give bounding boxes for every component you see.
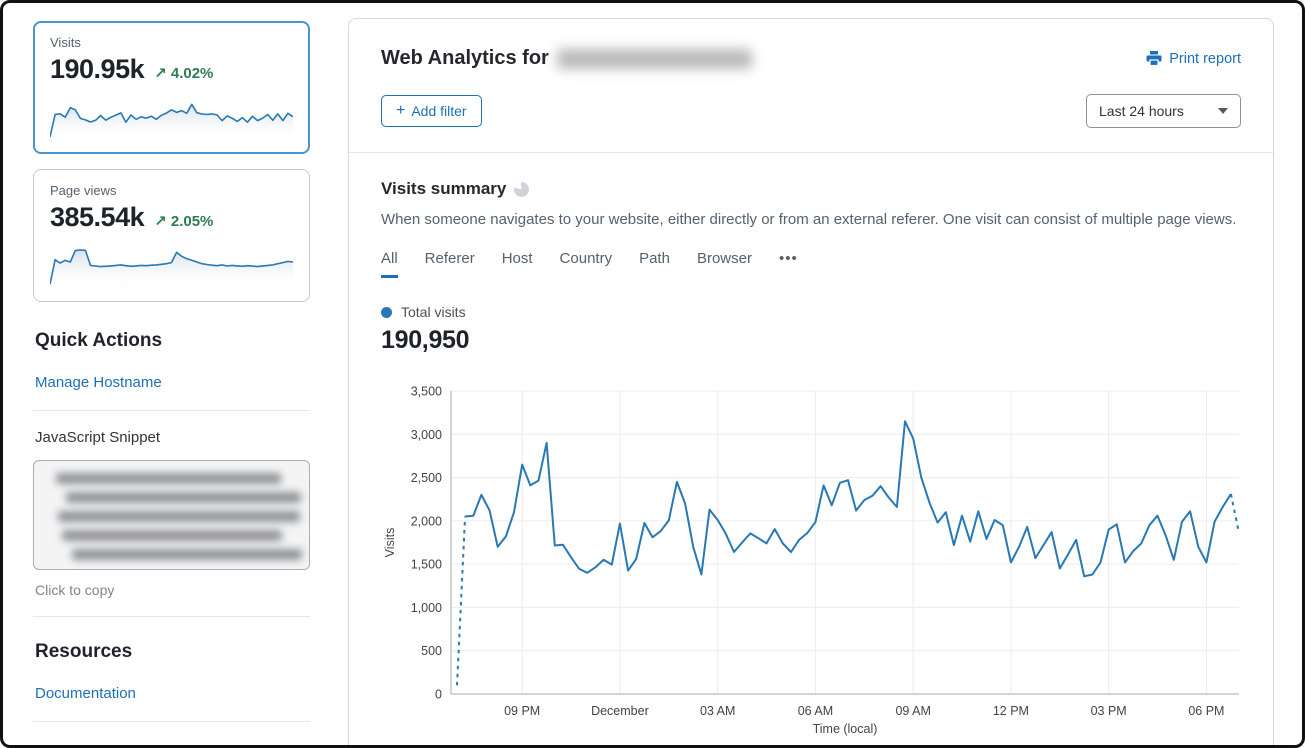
trend-up-icon: ↗ [154, 65, 167, 82]
tab-browser[interactable]: Browser [697, 250, 752, 278]
divider [33, 410, 310, 411]
time-range-select[interactable]: Last 24 hours [1086, 94, 1241, 128]
time-range-value: Last 24 hours [1099, 103, 1184, 119]
page-title-text: Web Analytics for [381, 47, 549, 70]
pie-chart-icon [514, 182, 529, 197]
metric-label: Visits [50, 35, 293, 50]
metric-label: Page views [50, 183, 293, 198]
tab-path[interactable]: Path [639, 250, 670, 278]
svg-text:500: 500 [421, 644, 442, 658]
main-panel: Web Analytics for Print report + Add fil… [348, 18, 1274, 745]
metric-delta-value: 4.02% [171, 65, 214, 82]
printer-icon [1146, 51, 1162, 66]
tab-country[interactable]: Country [560, 250, 613, 278]
redacted-code-line [72, 549, 302, 560]
svg-text:06 AM: 06 AM [798, 704, 833, 718]
javascript-snippet-label: JavaScript Snippet [35, 429, 328, 446]
visits-sparkline [50, 91, 293, 143]
quick-actions-heading: Quick Actions [35, 330, 328, 352]
tab-all[interactable]: All [381, 250, 398, 278]
visits-summary-title: Visits summary [381, 179, 506, 199]
svg-text:09 PM: 09 PM [504, 704, 540, 718]
visits-summary-section: Visits summary When someone navigates to… [349, 153, 1273, 745]
panel-header: Web Analytics for Print report + Add fil… [349, 19, 1273, 153]
metric-delta-value: 2.05% [171, 213, 214, 230]
resources-heading: Resources [35, 641, 328, 663]
chart-container: 0 500 1,000 1,500 2,000 2,500 3,000 3,500 09 PM D… [381, 377, 1241, 743]
sidebar: Visits 190.95k ↗ 4.02% Page views 385.54… [3, 3, 328, 745]
svg-text:2,000: 2,000 [411, 514, 442, 528]
svg-text:3,500: 3,500 [411, 385, 442, 399]
metric-delta: ↗ 4.02% [154, 64, 213, 82]
metric-card-visits[interactable]: Visits 190.95k ↗ 4.02% [33, 21, 310, 154]
svg-text:2,500: 2,500 [411, 471, 442, 485]
redacted-code-line [62, 530, 282, 541]
chevron-down-icon [1218, 108, 1228, 114]
manage-hostname-link[interactable]: Manage Hostname [35, 374, 162, 391]
divider [33, 616, 310, 617]
svg-text:03 AM: 03 AM [700, 704, 735, 718]
print-report-link[interactable]: Print report [1146, 51, 1241, 67]
dimension-tabs: All Referer Host Country Path Browser ••• [381, 250, 1241, 278]
svg-text:1,000: 1,000 [411, 601, 442, 615]
svg-text:12 PM: 12 PM [993, 704, 1029, 718]
redacted-code-line [56, 473, 281, 484]
add-filter-button[interactable]: + Add filter [381, 95, 482, 127]
trend-up-icon: ↗ [154, 213, 167, 230]
svg-text:0: 0 [435, 688, 442, 702]
svg-text:December: December [591, 704, 649, 718]
svg-text:3,000: 3,000 [411, 428, 442, 442]
redacted-domain [557, 49, 752, 69]
page-title: Web Analytics for [381, 47, 752, 70]
total-visits-value: 190,950 [381, 326, 1241, 355]
legend-label: Total visits [401, 304, 466, 320]
visits-summary-description: When someone navigates to your website, … [381, 211, 1241, 228]
print-report-label: Print report [1169, 51, 1241, 67]
metric-value: 190.95k [50, 54, 144, 85]
redacted-code-line [66, 492, 301, 503]
visits-line-chart: 0 500 1,000 1,500 2,000 2,500 3,000 3,500 09 PM D… [381, 377, 1246, 743]
svg-text:Time (local): Time (local) [813, 722, 878, 736]
plus-icon: + [396, 103, 405, 119]
redacted-code-line [58, 511, 300, 522]
metric-value: 385.54k [50, 202, 144, 233]
add-filter-label: Add filter [411, 103, 466, 119]
documentation-link[interactable]: Documentation [35, 685, 136, 702]
svg-text:Visits: Visits [383, 528, 397, 558]
legend-dot-icon [381, 307, 392, 318]
svg-text:03 PM: 03 PM [1091, 704, 1127, 718]
svg-text:09 AM: 09 AM [895, 704, 930, 718]
javascript-snippet-box[interactable] [33, 460, 310, 570]
click-to-copy-hint: Click to copy [35, 582, 328, 598]
divider [33, 721, 310, 722]
tab-host[interactable]: Host [502, 250, 533, 278]
chart-legend: Total visits [381, 304, 1241, 320]
page-views-sparkline [50, 239, 293, 291]
tab-referer[interactable]: Referer [425, 250, 475, 278]
svg-text:06 PM: 06 PM [1188, 704, 1224, 718]
metric-delta: ↗ 2.05% [154, 212, 213, 230]
web-analytics-dashboard: Visits 190.95k ↗ 4.02% Page views 385.54… [3, 3, 1302, 745]
svg-text:1,500: 1,500 [411, 558, 442, 572]
tab-more[interactable]: ••• [779, 250, 798, 278]
metric-card-page-views[interactable]: Page views 385.54k ↗ 2.05% [33, 169, 310, 302]
